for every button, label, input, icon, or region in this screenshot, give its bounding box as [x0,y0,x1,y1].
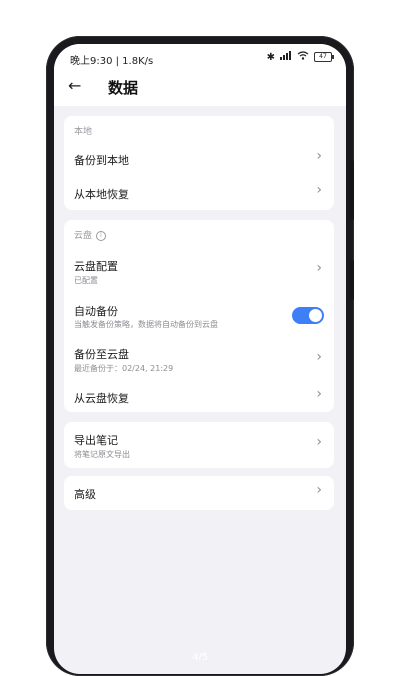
signal-icon [280,51,292,63]
row-subtitle: 已配置 [74,276,98,285]
auto-backup-toggle[interactable] [292,307,324,324]
wifi-icon [297,51,309,63]
chevron-right-icon: › [316,260,322,276]
row-title: 高级 [74,488,96,501]
section-label-cloud: 云盘 i [74,228,107,241]
row-title: 从云盘恢复 [74,392,129,405]
restore-from-cloud-row[interactable]: 从云盘恢复 › [64,382,334,412]
section-label-cloud-text: 云盘 [74,231,93,241]
status-icons: ✱ 47 [266,51,334,63]
chevron-right-icon: › [316,434,322,450]
auto-backup-row: 自动备份 当触发备份策略，数据将自动备份到云盘 [64,296,334,336]
chevron-right-icon: › [316,386,322,402]
chevron-right-icon: › [316,182,322,198]
status-bar: 晚上9:30 | 1.8K/s ✱ 47 [54,44,346,70]
row-subtitle: 最近备份于：02/24, 21:29 [74,364,174,373]
backup-to-local-row[interactable]: 备份到本地 › [64,142,334,174]
local-card: 本地 备份到本地 › 从本地恢复 › [64,116,334,210]
battery-icon: 47 [314,52,334,62]
chevron-right-icon: › [316,148,322,164]
row-subtitle: 当触发备份策略，数据将自动备份到云盘 [74,320,218,329]
arrow-left-icon[interactable]: ← [68,76,81,95]
chevron-right-icon: › [316,482,322,498]
row-title: 自动备份 [74,305,118,318]
screen: 晚上9:30 | 1.8K/s ✱ 47 ← 数据 本地 备份到本地 › 从本地… [54,44,346,674]
cloud-card: 云盘 i 云盘配置 已配置 › 自动备份 当触发备份策略，数据将自动备份到云盘 备… [64,220,334,412]
toggle-knob [309,309,322,322]
header-bar: ← 数据 [54,70,346,106]
row-subtitle: 将笔记原文导出 [74,450,130,459]
row-title: 备份到本地 [74,154,129,167]
row-title: 从本地恢复 [74,188,129,201]
advanced-card[interactable]: 高级 › [64,476,334,510]
page-indicator: 4/5 [191,652,209,663]
bluetooth-icon: ✱ [266,51,275,63]
side-button-power [350,260,354,300]
side-button-volume [350,160,354,220]
status-time-speed: 晚上9:30 | 1.8K/s [70,56,154,67]
row-title: 云盘配置 [74,260,118,273]
chevron-right-icon: › [316,349,322,365]
export-card[interactable]: 导出笔记 将笔记原文导出 › [64,422,334,468]
row-title: 备份至云盘 [74,348,129,361]
backup-to-cloud-row[interactable]: 备份至云盘 最近备份于：02/24, 21:29 › [64,340,334,380]
cloud-config-row[interactable]: 云盘配置 已配置 › [64,250,334,290]
restore-from-local-row[interactable]: 从本地恢复 › [64,176,334,208]
row-title: 导出笔记 [74,434,118,447]
info-icon[interactable]: i [96,230,107,241]
section-label-local: 本地 [74,127,93,137]
page-title: 数据 [108,79,139,97]
